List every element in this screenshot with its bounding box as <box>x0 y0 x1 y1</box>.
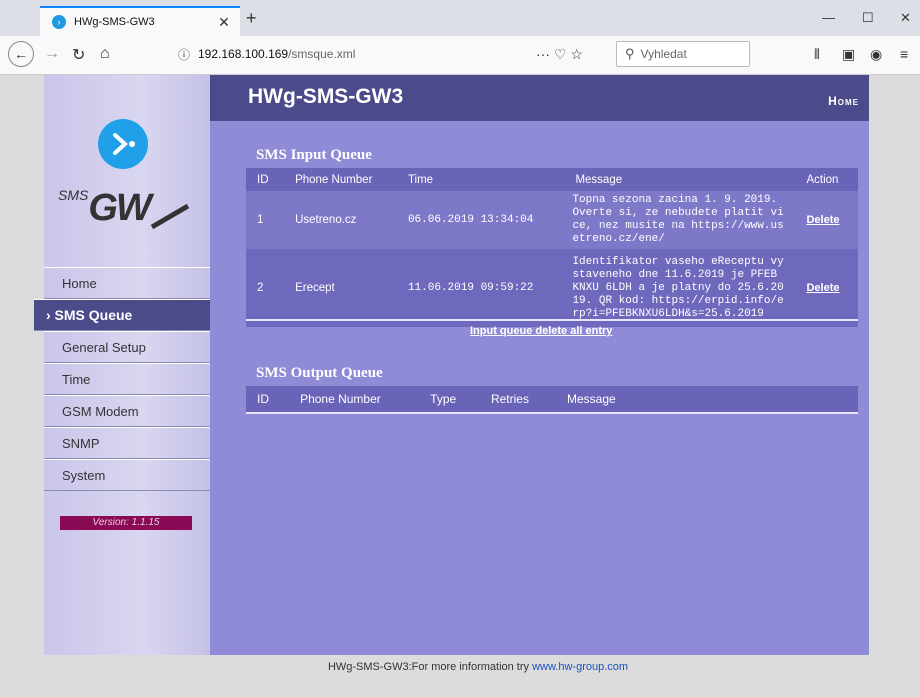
cell-id: 1 <box>257 214 264 226</box>
col-time: Time <box>396 168 565 191</box>
search-icon: ⚲ <box>625 46 635 61</box>
sidebar-item-gsm-modem[interactable]: GSM Modem <box>44 395 210 427</box>
sidebar: SMSGW Home › SMS Queue General Setup Tim… <box>34 75 210 655</box>
page-header: HWg-SMS-GW3 Home <box>210 75 869 121</box>
col-phone: Phone Number <box>289 386 420 412</box>
cell-message: Topna sezona zacina 1. 9. 2019. Overte s… <box>572 194 784 245</box>
tab-bar: › HWg-SMS-GW3 ✕ + — ☐ ✕ <box>0 0 920 36</box>
cell-phone: Erecept <box>295 282 335 294</box>
footer-text: HWg-SMS-GW3:For more information try <box>327 661 533 673</box>
cell-phone: Usetreno.cz <box>295 214 357 226</box>
home-icon[interactable]: ⌂ <box>100 45 110 63</box>
sidebar-item-sms-queue[interactable]: › SMS Queue <box>34 299 210 331</box>
sidebar-item-time[interactable]: Time <box>44 363 210 395</box>
cell-message: Identifikator vaseho eReceptu vystaveneh… <box>572 255 784 320</box>
version-badge: Version: 1.1.15 <box>60 516 192 530</box>
main-content: HWg-SMS-GW3 Home SMS Input Queue ID Phon… <box>210 75 869 655</box>
forward-icon[interactable]: → <box>44 45 60 63</box>
maximize-icon[interactable]: ☐ <box>862 10 874 26</box>
sidebar-item-snmp[interactable]: SNMP <box>44 427 210 459</box>
cell-id: 2 <box>257 282 264 294</box>
col-action: Action <box>795 168 858 191</box>
page: SMSGW Home › SMS Queue General Setup Tim… <box>0 75 920 697</box>
nav-bar: ← → ↻ ⌂ ⓘ 192.168.100.169/smsque.xml ···… <box>0 36 920 75</box>
delete-link[interactable]: Delete <box>806 282 839 294</box>
cell-time: 11.06.2019 09:59:22 <box>407 282 534 294</box>
menu-icon[interactable]: ≡ <box>900 46 908 62</box>
cell-time: 06.06.2019 13:34:04 <box>407 214 534 226</box>
input-queue-title: SMS Input Queue <box>256 147 372 163</box>
info-icon[interactable]: ⓘ <box>178 46 198 63</box>
col-id: ID <box>246 168 285 191</box>
home-link[interactable]: Home <box>828 94 859 108</box>
footer: HWg-SMS-GW3:For more information try www… <box>0 661 920 673</box>
logo-wordmark: SMSGW <box>58 187 198 232</box>
minimize-icon[interactable]: — <box>822 10 835 25</box>
sidebar-icon[interactable]: ▣ <box>842 46 855 63</box>
output-queue-title: SMS Output Queue <box>256 365 383 381</box>
back-icon[interactable]: ← <box>8 41 34 67</box>
table-row: 2 Erecept 11.06.2019 09:59:22 Identifika… <box>246 249 858 327</box>
logo-icon <box>98 119 148 169</box>
col-retries: Retries <box>479 386 556 412</box>
col-phone: Phone Number <box>284 168 397 191</box>
url-text: 192.168.100.169/smsque.xml <box>198 47 356 61</box>
sidebar-item-general-setup[interactable]: General Setup <box>44 331 210 363</box>
favicon-icon: › <box>52 15 66 29</box>
search-placeholder: Vyhledat <box>640 47 687 61</box>
browser-tab[interactable]: › HWg-SMS-GW3 ✕ <box>40 6 240 36</box>
search-input[interactable]: ⚲ Vyhledat <box>616 41 750 67</box>
col-message: Message <box>564 168 796 191</box>
footer-link[interactable]: www.hw-group.com <box>532 661 628 673</box>
layout: SMSGW Home › SMS Queue General Setup Tim… <box>34 75 869 655</box>
new-tab-icon[interactable]: + <box>246 8 257 29</box>
sidebar-item-home[interactable]: Home <box>44 267 210 299</box>
account-icon[interactable]: ◉ <box>870 46 882 63</box>
library-icon[interactable]: ⫴ <box>814 46 820 63</box>
table-row: 1 Usetreno.cz 06.06.2019 13:34:04 Topna … <box>246 191 858 249</box>
window-close-icon[interactable]: ✕ <box>900 10 911 26</box>
col-id: ID <box>246 386 290 412</box>
input-queue-table: ID Phone Number Time Message Action 1 Us… <box>246 168 858 327</box>
page-actions-icon[interactable]: ··· ♡ ☆ <box>536 46 583 63</box>
col-message: Message <box>556 386 858 412</box>
divider <box>246 412 858 414</box>
sidebar-menu: Home › SMS Queue General Setup Time GSM … <box>34 267 210 491</box>
tab-title: HWg-SMS-GW3 <box>74 16 155 28</box>
col-type: Type <box>419 386 480 412</box>
delete-all-link[interactable]: Input queue delete all entry <box>470 325 612 337</box>
table-header-row: ID Phone Number Type Retries Message <box>246 386 858 412</box>
page-title: HWg-SMS-GW3 <box>248 85 404 108</box>
delete-link[interactable]: Delete <box>806 214 839 226</box>
close-tab-icon[interactable]: ✕ <box>216 14 232 31</box>
divider <box>246 319 858 321</box>
reload-icon[interactable]: ↻ <box>72 45 85 65</box>
output-queue-table: ID Phone Number Type Retries Message <box>246 386 858 412</box>
sidebar-item-system[interactable]: System <box>44 459 210 491</box>
table-header-row: ID Phone Number Time Message Action <box>246 168 858 191</box>
